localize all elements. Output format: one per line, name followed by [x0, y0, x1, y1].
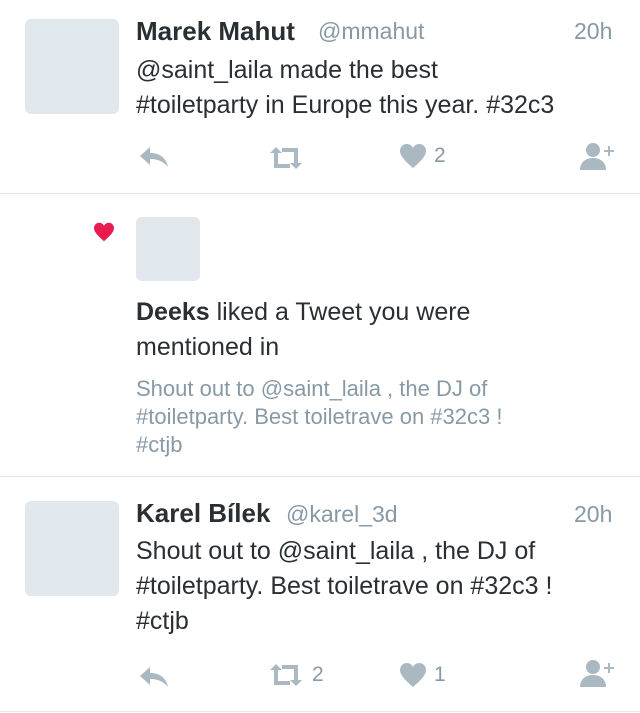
like-count: 1	[434, 663, 446, 686]
quoted-text-line: #ctjb	[136, 432, 183, 457]
like-icon	[400, 663, 426, 687]
like-notification[interactable]: Deeks liked a Tweet you were mentioned i…	[0, 194, 640, 476]
avatar[interactable]	[25, 19, 119, 114]
divider	[0, 711, 640, 712]
retweet-button[interactable]: 2	[267, 663, 324, 687]
avatar[interactable]	[136, 217, 200, 281]
tweet-text-line: #toiletparty in Europe this year. #32c3	[136, 91, 555, 119]
tweet-text-line: Shout out to @saint_laila , the DJ of	[136, 537, 536, 565]
reply-icon	[140, 147, 168, 167]
tweet-text: Shout out to @saint_laila , the DJ of #t…	[136, 534, 552, 639]
retweet-icon	[270, 147, 302, 169]
like-button[interactable]: 1	[399, 662, 446, 688]
quoted-tweet-text[interactable]: Shout out to @saint_laila , the DJ of #t…	[136, 375, 502, 459]
follow-icon	[580, 660, 614, 687]
reply-button[interactable]	[138, 145, 170, 169]
timestamp: 20h	[574, 501, 613, 527]
quoted-text-line: #toiletparty. Best toiletrave on #32c3 !	[136, 404, 503, 429]
avatar[interactable]	[25, 501, 119, 596]
author-name[interactable]: Karel Bílek	[136, 498, 270, 529]
author-handle[interactable]: @karel_3d	[286, 501, 398, 528]
retweet-button[interactable]	[267, 146, 305, 170]
quoted-text-line: Shout out to @saint_laila , the DJ of	[136, 376, 488, 401]
tweet-marek[interactable]: Marek Mahut @mmahut 20h @saint_laila mad…	[0, 0, 640, 193]
reply-icon	[140, 667, 168, 687]
follow-icon	[580, 143, 614, 170]
tweet-karel[interactable]: Karel Bílek @karel_3d 20h Shout out to @…	[0, 477, 640, 713]
follow-button[interactable]	[579, 658, 617, 688]
tweet-text-line: @saint_laila made the best	[136, 56, 438, 84]
follow-button[interactable]	[579, 141, 617, 171]
heart-icon	[94, 222, 114, 242]
timestamp: 20h	[574, 18, 613, 44]
like-button[interactable]: 2	[399, 143, 446, 169]
tweet-text: @saint_laila made the best #toiletparty …	[136, 53, 554, 123]
notification-action-line2: mentioned in	[136, 333, 280, 361]
notification-text: Deeks liked a Tweet you were mentioned i…	[136, 295, 470, 365]
actor-name[interactable]: Deeks	[136, 298, 210, 326]
notification-action: liked a Tweet you were	[209, 298, 471, 326]
reply-button[interactable]	[138, 665, 170, 689]
author-name[interactable]: Marek Mahut	[136, 16, 295, 47]
retweet-count: 2	[312, 663, 324, 686]
tweet-text-line: #toiletparty. Best toiletrave on #32c3 !	[136, 572, 553, 600]
like-icon	[400, 144, 426, 168]
like-count: 2	[434, 144, 446, 167]
retweet-icon	[270, 664, 302, 686]
tweet-text-line: #ctjb	[136, 607, 189, 635]
author-handle[interactable]: @mmahut	[318, 18, 424, 45]
